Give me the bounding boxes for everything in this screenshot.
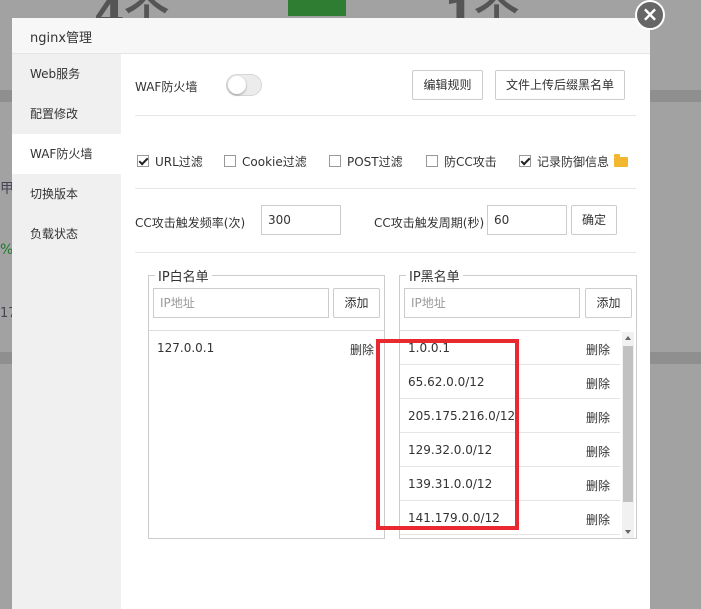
- whitelist-add-button[interactable]: 添加: [333, 288, 380, 318]
- bg-green-badge: [288, 0, 346, 16]
- highlight-box: [376, 339, 519, 530]
- dialog-sidebar: Web服务 配置修改 WAF防火墙 切换版本 负载状态: [12, 54, 121, 609]
- whitelist-ip-input[interactable]: IP地址: [153, 288, 329, 318]
- check-label: URL过滤: [155, 154, 203, 169]
- check-url-filter[interactable]: URL过滤: [137, 150, 203, 172]
- folder-icon[interactable]: [614, 154, 629, 167]
- cc-frequency-label: CC攻击触发频率(次): [135, 216, 246, 230]
- scroll-down-icon[interactable]: [625, 530, 631, 534]
- divider: [135, 115, 636, 116]
- whitelist-list: 127.0.0.1 删除: [149, 330, 384, 538]
- check-cookie-filter[interactable]: Cookie过滤: [224, 150, 307, 172]
- whitelist-title: IP白名单: [155, 266, 212, 285]
- sidebar-item-config[interactable]: 配置修改: [12, 94, 121, 134]
- sidebar-item-waf[interactable]: WAF防火墙: [12, 134, 121, 174]
- check-log-defense[interactable]: 记录防御信息: [519, 150, 629, 172]
- dialog-header: nginx管理: [12, 18, 650, 54]
- sidebar-item-load-status[interactable]: 负载状态: [12, 214, 121, 254]
- scroll-thumb[interactable]: [623, 346, 633, 502]
- ip-value: 127.0.0.1: [157, 341, 215, 355]
- sidebar-item-web-service[interactable]: Web服务: [12, 54, 121, 94]
- delete-link[interactable]: 删除: [586, 443, 610, 460]
- toggle-knob: [228, 76, 246, 94]
- delete-link[interactable]: 删除: [586, 477, 610, 494]
- checkbox-icon[interactable]: [224, 155, 236, 167]
- check-label: 防CC攻击: [444, 154, 497, 169]
- blacklist-ip-input[interactable]: IP地址: [404, 288, 580, 318]
- delete-link[interactable]: 删除: [350, 341, 374, 358]
- delete-link[interactable]: 删除: [586, 341, 610, 358]
- blacklist-title: IP黑名单: [406, 266, 463, 285]
- waf-toggle-switch[interactable]: [226, 74, 262, 96]
- nginx-manage-dialog: nginx管理 Web服务 配置修改 WAF防火墙 切换版本 负载状态 WAF防…: [12, 18, 650, 609]
- delete-link[interactable]: 删除: [586, 409, 610, 426]
- delete-link[interactable]: 删除: [586, 511, 610, 528]
- sidebar-item-switch-version[interactable]: 切换版本: [12, 174, 121, 214]
- blacklist-scrollbar[interactable]: [622, 332, 634, 538]
- divider: [135, 188, 636, 189]
- cc-period-input[interactable]: 60: [487, 205, 567, 235]
- check-anti-cc[interactable]: 防CC攻击: [426, 150, 497, 172]
- check-label: 记录防御信息: [537, 154, 610, 169]
- waf-toggle-label: WAF防火墙: [135, 80, 198, 94]
- confirm-button[interactable]: 确定: [571, 205, 617, 235]
- upload-suffix-blacklist-button[interactable]: 文件上传后缀黑名单: [495, 70, 625, 100]
- divider: [135, 252, 636, 253]
- close-icon[interactable]: ×: [635, 0, 665, 30]
- cc-frequency-input[interactable]: 300: [261, 205, 341, 235]
- checkbox-icon[interactable]: [329, 155, 341, 167]
- check-label: POST过滤: [347, 154, 403, 169]
- delete-link[interactable]: 删除: [586, 375, 610, 392]
- edit-rules-button[interactable]: 编辑规则: [412, 70, 483, 100]
- checkbox-icon[interactable]: [426, 155, 438, 167]
- scroll-up-icon[interactable]: [625, 336, 631, 340]
- cc-period-label: CC攻击触发周期(秒): [374, 216, 485, 230]
- check-post-filter[interactable]: POST过滤: [329, 150, 403, 172]
- checkbox-icon[interactable]: [137, 155, 149, 167]
- ip-whitelist-panel: IP白名单 IP地址 添加 127.0.0.1 删除: [148, 266, 385, 539]
- list-item: 127.0.0.1 删除: [149, 331, 384, 365]
- check-label: Cookie过滤: [242, 154, 307, 169]
- blacklist-add-button[interactable]: 添加: [585, 288, 632, 318]
- checkbox-icon[interactable]: [519, 155, 531, 167]
- dialog-title: nginx管理: [30, 31, 93, 46]
